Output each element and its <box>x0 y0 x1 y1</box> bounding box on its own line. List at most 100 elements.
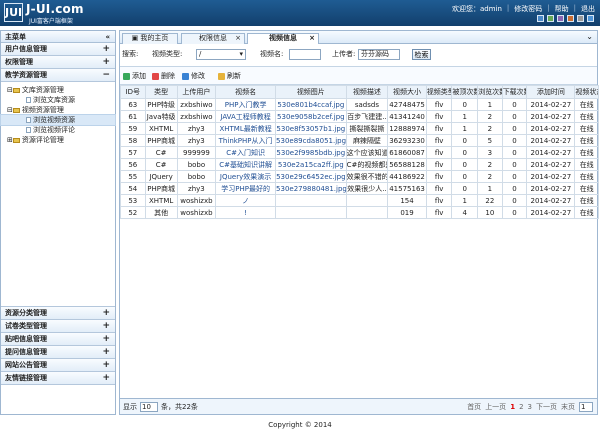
table-cell: 2014-02-27 <box>526 170 576 183</box>
table-cell: 2 <box>477 122 503 135</box>
table-row[interactable]: 52 其他 woshizxb! 019 flv 4 10 0 2014-02-27 在线 <box>120 206 599 219</box>
close-icon[interactable]: × <box>235 34 241 43</box>
accordion-exam-type[interactable]: 试卷类型管理 + <box>1 320 115 333</box>
minus-icon[interactable]: − <box>102 69 110 81</box>
accordion-user-info[interactable]: 用户信息管理 + <box>1 43 115 56</box>
accordion-friend-links[interactable]: 友情链接管理 + <box>1 372 115 385</box>
table-row[interactable]: 54 PHP商城 zhy3 学习PHP最好的 530e279880481.jpg 效果很少… <box>120 182 599 195</box>
accordion-questions[interactable]: 提问信息管理 + <box>1 346 115 359</box>
table-cell <box>275 206 347 219</box>
column-header[interactable]: 视频状态 <box>574 85 599 99</box>
logout-link[interactable]: 退出 <box>581 4 595 14</box>
column-header[interactable]: 视频大小 <box>387 85 427 99</box>
column-header[interactable]: 添加时间 <box>526 85 576 99</box>
uploader-input[interactable]: 芬芬源码 <box>358 49 400 60</box>
change-password-link[interactable]: 修改密码 <box>514 4 542 14</box>
tree-item-browse-videos[interactable]: 浏览视频资源 <box>0 114 116 126</box>
theme-purple-icon[interactable] <box>557 15 564 22</box>
theme-light-blue-icon[interactable] <box>587 15 594 22</box>
add-button[interactable]: 添加 <box>123 71 146 81</box>
table-cell: 在线 <box>574 110 599 123</box>
tab-permissions[interactable]: 权限信息 × <box>181 33 245 44</box>
next-page-link[interactable]: 下一页 <box>536 402 557 412</box>
table-row[interactable]: 61 Java特级 zxbshiwo JAVA工程师教程 530e9058b2cef.j… <box>120 110 599 123</box>
table-row[interactable]: 55 JQuery bobo JQuery效果演示 530e29c6452ec.jpg 效… <box>120 170 599 183</box>
tree-item-video-resources[interactable]: ⊟ 视频资源管理 <box>1 105 115 115</box>
page-number[interactable]: 3 <box>528 403 532 411</box>
close-icon[interactable]: × <box>309 34 315 43</box>
plus-icon[interactable]: + <box>102 307 110 319</box>
tree-item-browse-library[interactable]: 浏览文库资源 <box>1 95 115 105</box>
accordion-label: 权限管理 <box>5 58 33 66</box>
tab-video-info[interactable]: 视频信息 × <box>247 33 319 44</box>
collapse-sidebar-icon[interactable]: « <box>105 31 110 43</box>
table-cell: 530e2f9985bdb.jpg <box>275 146 347 159</box>
accordion-permissions[interactable]: 权限管理 + <box>1 56 115 69</box>
accordion-teaching-resources[interactable]: 教学资源管理 − <box>1 69 115 82</box>
column-header[interactable]: 上传用户 <box>176 85 217 99</box>
page-number-current[interactable]: 1 <box>510 403 515 411</box>
plus-icon[interactable]: + <box>102 333 110 345</box>
home-icon: ▣ <box>131 34 139 42</box>
table-cell: 在线 <box>574 182 599 195</box>
tree-item-resource-comments[interactable]: ⊞ 资源评论管理 <box>1 135 115 145</box>
page-number[interactable]: 2 <box>519 403 523 411</box>
first-page-link[interactable]: 首页 <box>467 402 481 412</box>
table-cell: flv <box>425 110 453 123</box>
column-header[interactable]: 下载次数 <box>501 85 528 99</box>
edit-button[interactable]: 修改 <box>182 71 205 81</box>
page-size-select[interactable]: 10 <box>140 402 158 412</box>
help-link[interactable]: 帮助 <box>555 4 569 14</box>
table-row[interactable]: 57 C# 999999 C#入门知识 530e2f9985bdb.jpg 这个应该知道 6… <box>120 146 599 159</box>
accordion-notices[interactable]: 网站公告管理 + <box>1 359 115 372</box>
column-header[interactable]: 视频类型 <box>425 85 453 99</box>
tree-item-library[interactable]: ⊟ 文库资源管理 <box>1 85 115 95</box>
table-row[interactable]: 53 XHTML woshizxb ノ 154 flv 1 22 0 2014-02-27 在线 <box>120 194 599 207</box>
plus-icon[interactable]: + <box>102 56 110 68</box>
table-cell: 在线 <box>574 134 599 147</box>
table-row[interactable]: 59 XHTML zhy3 XHTML最新教程 530e8f53057b1.jpg 撕裂撕… <box>120 122 599 135</box>
video-table: ID号类型上传用户视频名视频图片视频描述视频大小视频类型被顶次数浏览次数下载次数… <box>120 85 599 219</box>
refresh-button[interactable]: 刷新 <box>218 71 241 81</box>
column-header[interactable]: 浏览次数 <box>477 85 503 99</box>
tab-home[interactable]: ▣ 我的主页 <box>122 33 178 44</box>
theme-blue-icon[interactable] <box>537 15 544 22</box>
column-header[interactable]: 视频描述 <box>345 85 389 99</box>
tree-label: 资源评论管理 <box>21 136 64 144</box>
last-page-link[interactable]: 末页 <box>561 402 575 412</box>
table-cell: 麻辣隔壁 <box>345 134 389 147</box>
show-label: 显示 <box>123 403 137 411</box>
accordion-resource-category[interactable]: 资源分类管理 + <box>1 307 115 320</box>
theme-orange-icon[interactable] <box>567 15 574 22</box>
plus-icon[interactable]: + <box>102 43 110 55</box>
video-type-select[interactable]: / ▾ <box>196 49 246 60</box>
plus-icon[interactable]: + <box>102 359 110 371</box>
plus-icon[interactable]: + <box>102 320 110 332</box>
table-cell: 530e8f53057b1.jpg <box>275 122 347 135</box>
plus-icon[interactable]: + <box>102 372 110 384</box>
column-header[interactable]: 类型 <box>144 85 178 99</box>
table-cell: 019 <box>387 206 427 219</box>
search-button[interactable]: 检索 <box>412 49 431 60</box>
plus-icon[interactable]: + <box>102 346 110 358</box>
table-cell: XHTML <box>144 194 178 207</box>
delete-button[interactable]: 删除 <box>152 71 175 81</box>
table-row[interactable]: 58 PHP商城 zhy3 ThinkPHP从入门 530e89cda8051.jpg 麻… <box>120 134 599 147</box>
table-cell: 41341240 <box>387 110 427 123</box>
column-header[interactable]: 视频图片 <box>275 85 347 99</box>
column-header[interactable]: 视频名 <box>215 85 277 99</box>
table-cell <box>345 206 389 219</box>
video-name-input[interactable] <box>289 49 321 60</box>
table-cell: JQuery <box>144 170 178 183</box>
theme-gray-icon[interactable] <box>577 15 584 22</box>
theme-green-icon[interactable] <box>547 15 554 22</box>
tree-item-browse-comments[interactable]: 浏览视频评论 <box>1 125 115 135</box>
table-row[interactable]: 63 PHP特级 zxbshiwo PHP入门教学 530e801b4ccaf.jpg s… <box>120 98 599 111</box>
table-row[interactable]: 56 C# bobo C#基础知识讲解 530e2a15ca2ff.jpg C#的视频都是… <box>120 158 599 171</box>
column-header[interactable]: 被顶次数 <box>451 85 479 99</box>
page-jump-input[interactable]: 1 <box>579 402 593 412</box>
prev-page-link[interactable]: 上一页 <box>485 402 506 412</box>
column-header[interactable]: ID号 <box>120 85 146 99</box>
accordion-forum[interactable]: 贴吧信息管理 + <box>1 333 115 346</box>
chevron-down-icon[interactable]: ⌄ <box>586 32 593 41</box>
